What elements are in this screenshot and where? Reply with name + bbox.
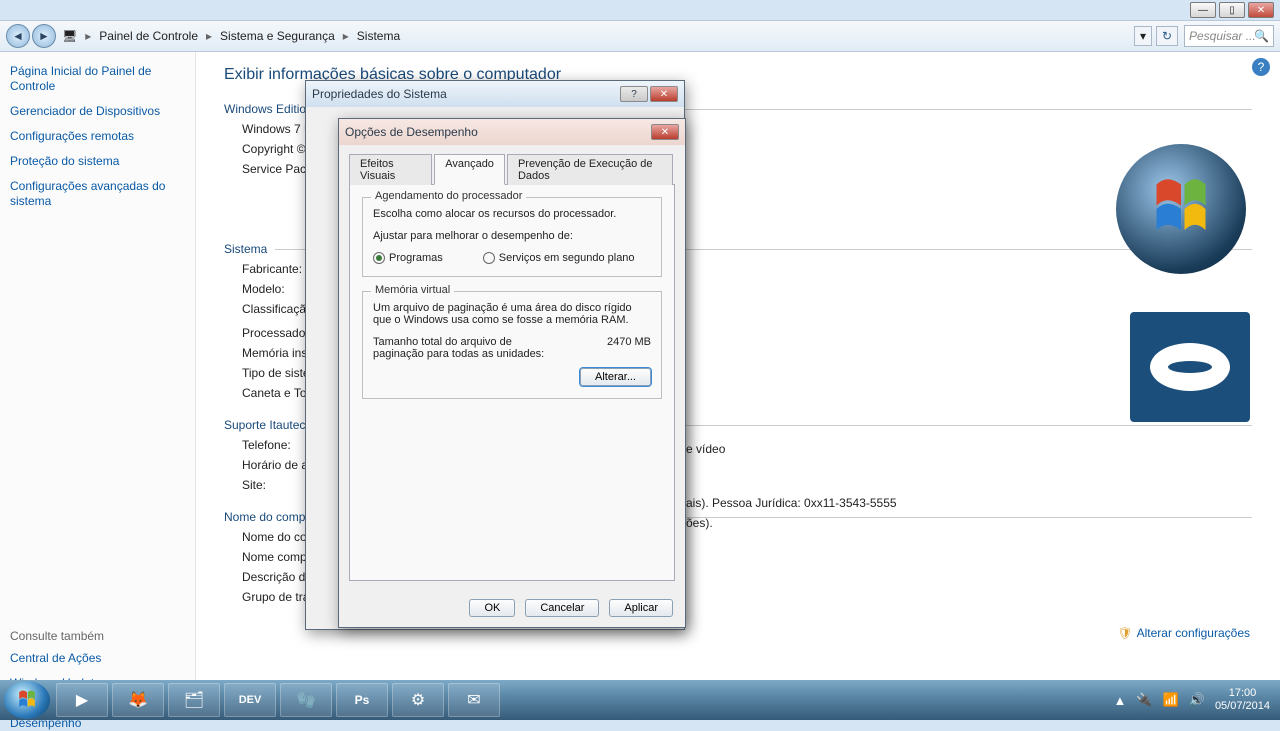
sched-adjust: Ajustar para melhorar o desempenho de:: [373, 230, 651, 242]
breadcrumb[interactable]: 🖥 ▸ Painel de Controle ▸ Sistema e Segur…: [58, 29, 1130, 43]
tray-power-icon[interactable]: 🔌: [1136, 692, 1152, 708]
sidebar-link-remote[interactable]: Configurações remotas: [10, 129, 185, 144]
sidebar-home-link[interactable]: Página Inicial do Painel de Controle: [10, 64, 185, 94]
search-placeholder: Pesquisar ...: [1189, 29, 1256, 43]
sidebar-link-protection[interactable]: Proteção do sistema: [10, 154, 185, 169]
system-tray: ▲ 🔌 📶 🔊 17:00 05/07/2014: [1114, 687, 1277, 712]
sidebar-link-device-manager[interactable]: Gerenciador de Dispositivos: [10, 104, 185, 119]
radio-services[interactable]: Serviços em segundo plano: [483, 252, 635, 264]
help-icon[interactable]: ?: [1252, 58, 1270, 76]
taskbar-clock[interactable]: 17:00 05/07/2014: [1215, 687, 1270, 712]
change-settings-label: Alterar configurações: [1137, 626, 1250, 640]
ok-button[interactable]: OK: [469, 599, 515, 617]
crumb-1[interactable]: Sistema e Segurança: [216, 29, 339, 43]
search-input[interactable]: Pesquisar ... 🔍: [1184, 25, 1274, 47]
shield-icon: 🛡: [1117, 626, 1132, 640]
vm-legend: Memória virtual: [371, 284, 454, 296]
sidebar: Página Inicial do Painel de Controle Ger…: [0, 52, 196, 680]
start-button[interactable]: [4, 681, 50, 719]
cancel-button[interactable]: Cancelar: [525, 599, 599, 617]
vm-change-button[interactable]: Alterar...: [580, 368, 651, 386]
tray-volume-icon[interactable]: 🔊: [1189, 692, 1205, 708]
dlg2-titlebar[interactable]: Opções de Desempenho ✕: [339, 119, 685, 145]
sys-tail: e vídeo: [686, 442, 725, 456]
see-also-action-center[interactable]: Central de Ações: [10, 651, 185, 666]
advanced-panel: Agendamento do processador Escolha como …: [349, 185, 675, 581]
dlg1-title: Propriedades do Sistema: [312, 87, 447, 101]
nav-forward-button[interactable]: ►: [32, 24, 56, 48]
see-also-heading: Consulte também: [10, 629, 185, 643]
processor-scheduling-group: Agendamento do processador Escolha como …: [362, 197, 662, 277]
change-settings-link[interactable]: 🛡 Alterar configurações: [1117, 626, 1250, 640]
minimize-button[interactable]: —: [1190, 2, 1216, 18]
refresh-button[interactable]: ↻: [1156, 26, 1178, 46]
taskbar-item[interactable]: 🗂: [168, 683, 220, 717]
taskbar-item[interactable]: 🧤: [280, 683, 332, 717]
taskbar: ▶ 🦊 🗂 DEV 🧤 Ps ⚙ ✉ ▲ 🔌 📶 🔊 17:00 05/07/2…: [0, 680, 1280, 720]
vm-desc: Um arquivo de paginação é uma área do di…: [373, 302, 651, 326]
breadcrumb-sep: ▸: [202, 29, 216, 43]
clock-date: 05/07/2014: [1215, 700, 1270, 713]
taskbar-item[interactable]: ✉: [448, 683, 500, 717]
tab-advanced[interactable]: Avançado: [434, 154, 505, 185]
tray-overflow-icon[interactable]: ▲: [1114, 693, 1127, 708]
virtual-memory-group: Memória virtual Um arquivo de paginação …: [362, 291, 662, 399]
windows-logo: [1116, 144, 1246, 274]
vm-size-label: Tamanho total do arquivo de paginação pa…: [373, 336, 553, 360]
sched-legend: Agendamento do processador: [371, 190, 526, 202]
dlg2-close-button[interactable]: ✕: [651, 124, 679, 140]
support-tail-1: ais). Pessoa Jurídica: 0xx11-3543-5555: [686, 496, 897, 510]
taskbar-item[interactable]: ⚙: [392, 683, 444, 717]
window-chrome: — ▯ ✕: [1190, 2, 1274, 18]
oem-logo: [1130, 312, 1250, 422]
taskbar-item[interactable]: ▶: [56, 683, 108, 717]
sched-desc: Escolha como alocar os recursos do proce…: [373, 208, 651, 220]
perf-tabs: Efeitos Visuais Avançado Prevenção de Ex…: [349, 153, 675, 185]
dlg2-title: Opções de Desempenho: [345, 125, 478, 139]
crumb-0[interactable]: Painel de Controle: [95, 29, 202, 43]
breadcrumb-sep: ▸: [339, 29, 353, 43]
control-panel-icon: 🖥: [58, 29, 81, 43]
dlg1-titlebar[interactable]: Propriedades do Sistema ? ✕: [306, 81, 684, 107]
radio-dot-icon: [373, 252, 385, 264]
taskbar-item[interactable]: DEV: [224, 683, 276, 717]
taskbar-item[interactable]: 🦊: [112, 683, 164, 717]
tab-visual-effects[interactable]: Efeitos Visuais: [349, 154, 432, 185]
nav-back-button[interactable]: ◄: [6, 24, 30, 48]
dlg1-help-button[interactable]: ?: [620, 86, 648, 102]
dlg2-button-row: OK Cancelar Aplicar: [469, 599, 673, 617]
crumb-2[interactable]: Sistema: [353, 29, 404, 43]
explorer-toolbar: ◄ ► 🖥 ▸ Painel de Controle ▸ Sistema e S…: [0, 20, 1280, 52]
sidebar-link-advanced[interactable]: Configurações avançadas do sistema: [10, 179, 185, 209]
breadcrumb-dropdown[interactable]: ▾: [1134, 26, 1152, 46]
taskbar-item[interactable]: Ps: [336, 683, 388, 717]
search-icon: 🔍: [1254, 29, 1269, 43]
vm-size-value: 2470 MB: [607, 336, 651, 360]
tray-network-icon[interactable]: 📶: [1163, 692, 1179, 708]
radio-services-label: Serviços em segundo plano: [499, 252, 635, 264]
support-tail-2: ões).: [686, 516, 713, 530]
system-legend: Sistema: [224, 242, 275, 256]
dlg1-close-button[interactable]: ✕: [650, 86, 678, 102]
radio-dot-icon: [483, 252, 495, 264]
radio-programs-label: Programas: [389, 252, 443, 264]
breadcrumb-sep: ▸: [81, 29, 95, 43]
tab-dep[interactable]: Prevenção de Execução de Dados: [507, 154, 673, 185]
maximize-button[interactable]: ▯: [1219, 2, 1245, 18]
clock-time: 17:00: [1215, 687, 1270, 700]
close-button[interactable]: ✕: [1248, 2, 1274, 18]
apply-button[interactable]: Aplicar: [609, 599, 673, 617]
radio-programs[interactable]: Programas: [373, 252, 443, 264]
performance-options-dialog: Opções de Desempenho ✕ Efeitos Visuais A…: [338, 118, 686, 628]
